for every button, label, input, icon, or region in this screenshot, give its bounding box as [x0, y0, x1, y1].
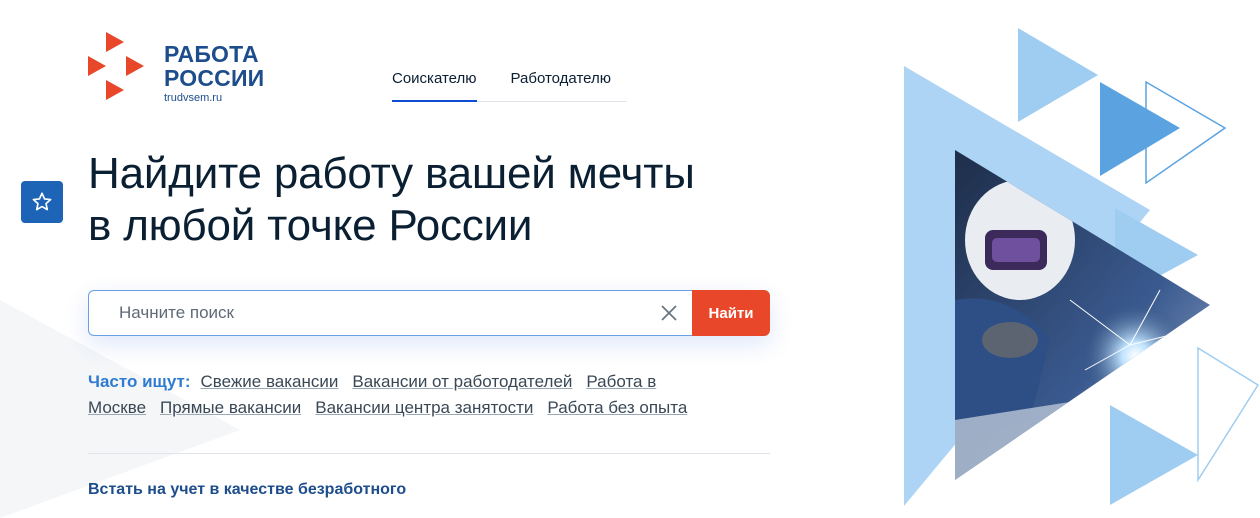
popular-link[interactable]: Прямые вакансии	[160, 398, 301, 417]
star-icon	[32, 192, 52, 211]
tab-employer[interactable]: Работодателю	[511, 70, 611, 101]
close-icon	[661, 305, 677, 321]
register-unemployed-link[interactable]: Встать на учет в качестве безработного	[88, 481, 406, 499]
popular-link[interactable]: Работа без опыта	[547, 398, 687, 417]
decor-triangle-outline	[1197, 346, 1260, 483]
search-button[interactable]: Найти	[692, 290, 770, 336]
popular-searches-label: Часто ищут:	[88, 372, 191, 391]
decor-triangle	[1100, 82, 1180, 176]
logo-mark-icon	[88, 32, 144, 100]
title-line-1: Найдите работу вашей мечты	[88, 149, 695, 198]
popular-link[interactable]: Вакансии от работодателей	[352, 372, 572, 391]
title-line-2: в любой точке России	[88, 201, 533, 250]
hero-illustration	[904, 28, 1260, 506]
logo-text: РАБОТА РОССИИ trudvsem.ru	[164, 42, 264, 105]
logo-line-2: РОССИИ	[164, 65, 265, 91]
site-logo[interactable]: РАБОТА РОССИИ trudvsem.ru	[86, 30, 286, 105]
popular-link[interactable]: Вакансии центра занятости	[315, 398, 533, 417]
popular-link[interactable]: Свежие вакансии	[201, 372, 339, 391]
popular-searches: Часто ищут: Свежие вакансии Вакансии от ра…	[88, 369, 728, 421]
tab-job-seeker[interactable]: Соискателю	[392, 70, 477, 102]
decor-triangle	[1110, 405, 1198, 505]
divider	[88, 453, 770, 454]
logo-line-1: РАБОТА	[164, 41, 259, 67]
page-title: Найдите работу вашей мечты в любой точке…	[88, 148, 788, 252]
audience-tabs: Соискателю Работодателю	[392, 70, 627, 102]
page: РАБОТА РОССИИ trudvsem.ru Соискателю Раб…	[0, 0, 1260, 518]
search-bar: Найти	[88, 290, 770, 336]
logo-domain: trudvsem.ru	[164, 92, 223, 104]
search-input[interactable]	[88, 290, 646, 336]
clear-search-button[interactable]	[646, 290, 692, 336]
decor-triangle	[1018, 28, 1098, 122]
favorites-button[interactable]	[21, 181, 63, 223]
